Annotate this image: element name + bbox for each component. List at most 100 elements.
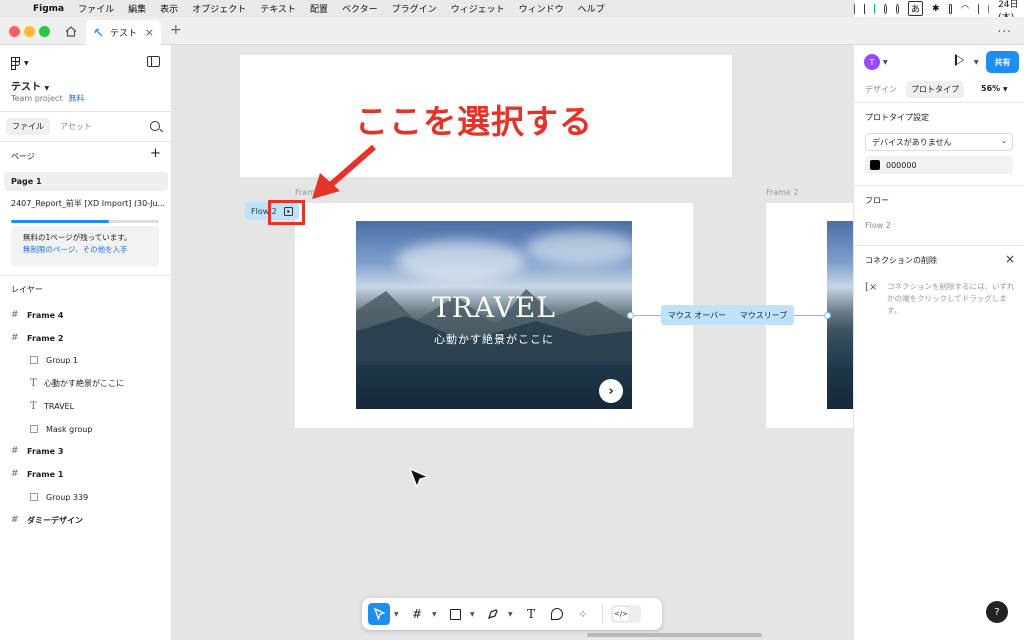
siri-icon[interactable] bbox=[988, 3, 990, 14]
next-arrow-button[interactable]: › bbox=[599, 379, 623, 403]
minimize-window-button[interactable] bbox=[24, 26, 35, 37]
page-item[interactable]: Page 1 bbox=[4, 172, 168, 191]
chevron-down-icon[interactable]: ▼ bbox=[432, 611, 440, 618]
frame-label[interactable]: Frame 2 bbox=[766, 188, 799, 197]
actions-button[interactable]: ⁘ bbox=[572, 603, 594, 625]
layer-text-travel[interactable]: T TRAVEL bbox=[30, 397, 74, 415]
avatar[interactable]: T bbox=[864, 54, 880, 70]
wifi-icon[interactable]: ◠ bbox=[961, 4, 969, 14]
layer-frame-2[interactable]: # Frame 2 bbox=[11, 329, 63, 347]
connection-delete-description: コネクションを削除するには、いずれかの端をクリックしてドラッグします。 bbox=[887, 282, 1015, 315]
play-status-icon[interactable] bbox=[884, 3, 888, 14]
color-swatch[interactable] bbox=[870, 160, 880, 170]
main-menu-button[interactable]: ▼ bbox=[11, 57, 29, 70]
background-color-field[interactable]: 000000 bbox=[865, 156, 1013, 174]
timer-status-icon[interactable] bbox=[896, 3, 899, 14]
layer-text-subtitle[interactable]: T 心動かす絶景がここに bbox=[30, 374, 124, 392]
chevron-down-icon: ⌄ bbox=[1001, 137, 1007, 145]
menu-window[interactable]: ウィンドウ bbox=[512, 2, 571, 15]
home-icon bbox=[65, 25, 77, 37]
close-icon[interactable]: × bbox=[1005, 252, 1015, 266]
menu-app[interactable]: Figma bbox=[26, 4, 71, 14]
components-icon: ⁘ bbox=[578, 607, 588, 621]
device-select[interactable]: デバイスがありません ⌄ bbox=[865, 133, 1013, 151]
menu-file[interactable]: ファイル bbox=[71, 2, 121, 15]
text-tool-button[interactable]: T bbox=[520, 603, 542, 625]
layer-group-339[interactable]: Group 339 bbox=[30, 488, 88, 506]
tab-close-icon[interactable]: × bbox=[145, 26, 154, 39]
menu-edit[interactable]: 編集 bbox=[121, 2, 153, 15]
layer-group-1[interactable]: Group 1 bbox=[30, 351, 78, 369]
layer-frame-3[interactable]: # Frame 3 bbox=[11, 442, 63, 460]
rectangle-icon bbox=[449, 608, 461, 620]
bluetooth-icon[interactable]: ✱ bbox=[932, 4, 940, 14]
interaction-mouse-leave[interactable]: マウスリーブ bbox=[740, 310, 788, 321]
zoom-level[interactable]: 56% ▼ bbox=[981, 84, 1008, 93]
battery-icon[interactable] bbox=[948, 3, 953, 14]
drive-status-icon[interactable] bbox=[864, 3, 866, 14]
dev-mode-toggle[interactable]: </> bbox=[611, 605, 641, 623]
canvas[interactable]: Frame 2 Frame 2 Flow 2 ここを選択する TRAVEL 心動… bbox=[172, 45, 853, 640]
pen-tool-button[interactable] bbox=[482, 603, 504, 625]
layer-frame-4[interactable]: # Frame 4 bbox=[11, 306, 63, 324]
hero-image[interactable]: TRAVEL 心動かす絶景がここに › bbox=[356, 221, 632, 409]
figma-status-icon[interactable] bbox=[854, 3, 856, 14]
chevron-down-icon[interactable]: ▼ bbox=[508, 611, 516, 618]
page-item[interactable]: 2407_Report_前半 [XD Import] (30-Ju... bbox=[4, 194, 168, 213]
chevron-down-icon[interactable]: ▼ bbox=[394, 611, 402, 618]
tab-title: テスト bbox=[110, 29, 138, 39]
line-status-icon[interactable] bbox=[874, 3, 876, 14]
frame-icon: # bbox=[11, 310, 19, 320]
shape-tool-button[interactable] bbox=[444, 603, 466, 625]
chevron-down-icon[interactable]: ▼ bbox=[883, 59, 888, 66]
tab-assets[interactable]: アセット bbox=[54, 118, 98, 135]
flow-item[interactable]: Flow 2 bbox=[865, 221, 891, 230]
more-options-button[interactable]: ... bbox=[998, 21, 1012, 35]
help-button[interactable]: ? bbox=[986, 601, 1008, 623]
menu-text[interactable]: テキスト bbox=[253, 2, 303, 15]
move-tool-button[interactable] bbox=[368, 603, 390, 625]
menu-help[interactable]: ヘルプ bbox=[571, 2, 612, 15]
close-window-button[interactable] bbox=[9, 26, 20, 37]
menu-vector[interactable]: ベクター bbox=[335, 2, 385, 15]
menu-plugins[interactable]: プラグイン bbox=[385, 2, 444, 15]
horizontal-scrollbar[interactable] bbox=[587, 633, 762, 637]
zoom-window-button[interactable] bbox=[39, 26, 50, 37]
add-page-button[interactable]: + bbox=[150, 146, 161, 161]
new-tab-button[interactable]: + bbox=[170, 22, 182, 38]
home-button[interactable] bbox=[58, 21, 84, 41]
plan-badge[interactable]: 無料 bbox=[68, 94, 84, 103]
layer-frame-1[interactable]: # Frame 1 bbox=[11, 465, 63, 483]
menu-widgets[interactable]: ウィジェット bbox=[444, 2, 512, 15]
color-hex-value[interactable]: 000000 bbox=[886, 161, 917, 170]
menu-arrange[interactable]: 配置 bbox=[303, 2, 335, 15]
connection-start-handle[interactable] bbox=[627, 312, 634, 319]
interaction-mouse-over[interactable]: マウス オーバー bbox=[668, 310, 726, 321]
comment-tool-button[interactable] bbox=[546, 603, 568, 625]
control-center-icon[interactable] bbox=[977, 3, 980, 14]
upgrade-link[interactable]: 無制限のページ、その他を入手 bbox=[23, 244, 159, 256]
layer-mask-group[interactable]: Mask group bbox=[30, 420, 92, 438]
present-play-icon[interactable] bbox=[955, 54, 964, 66]
sidebar-toggle-icon[interactable] bbox=[147, 56, 160, 67]
tab-design[interactable]: デザイン bbox=[860, 81, 902, 98]
annotation-text: ここを選択する bbox=[355, 102, 593, 141]
frame-tool-button[interactable]: # bbox=[406, 603, 428, 625]
tab-prototype[interactable]: プロトタイプ bbox=[906, 81, 964, 98]
tab-file[interactable]: ファイル bbox=[6, 118, 50, 135]
chevron-down-icon[interactable]: ▼ bbox=[974, 59, 979, 66]
connection-chip[interactable]: マウス オーバー マウスリーブ bbox=[661, 305, 794, 325]
file-tab[interactable]: テスト × bbox=[86, 20, 161, 45]
pen-icon bbox=[488, 609, 498, 619]
menu-view[interactable]: 表示 bbox=[153, 2, 185, 15]
chevron-down-icon[interactable]: ▼ bbox=[470, 611, 478, 618]
search-icon[interactable] bbox=[150, 121, 160, 131]
connection-end-handle[interactable] bbox=[824, 312, 831, 319]
input-method-icon[interactable]: あ bbox=[908, 1, 924, 16]
menu-object[interactable]: オブジェクト bbox=[185, 2, 253, 15]
hero-subtitle: 心動かす絶景がここに bbox=[434, 333, 554, 346]
file-name[interactable]: テスト ▼ bbox=[11, 78, 49, 93]
annotation-arrow-icon bbox=[312, 144, 376, 199]
share-button[interactable]: 共有 bbox=[986, 51, 1019, 73]
layer-dummy-design[interactable]: # ダミーデザイン bbox=[11, 511, 83, 529]
